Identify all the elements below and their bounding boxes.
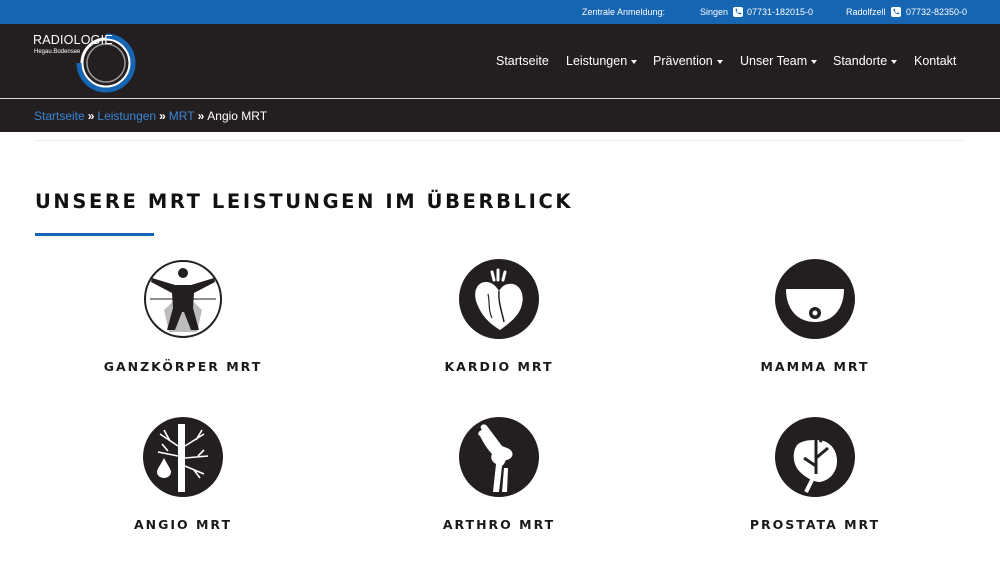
site-logo[interactable]: RADIOLOGIE Hegau.Bodensee — [33, 30, 143, 93]
phone-icon — [733, 7, 743, 17]
caret-down-icon — [716, 60, 723, 64]
joint-icon — [459, 417, 539, 497]
breadcrumb-current: Angio MRT — [207, 109, 268, 123]
prostate-icon — [775, 417, 855, 497]
nav-label: Prävention — [653, 54, 713, 68]
service-label: KARDIO MRT — [444, 359, 554, 374]
breast-icon — [775, 259, 855, 339]
full-body-icon — [144, 260, 222, 338]
top-contact-bar: Zentrale Anmeldung: Singen 07731-182015-… — [0, 0, 1000, 24]
service-label: GANZKÖRPER MRT — [103, 359, 263, 374]
heart-icon — [459, 259, 539, 339]
location-radolfzell: Radolfzell — [846, 7, 886, 17]
nav-kontakt[interactable]: Kontakt — [914, 54, 956, 68]
caret-down-icon — [811, 60, 818, 64]
site-header: RADIOLOGIE Hegau.Bodensee Startseite Lei… — [0, 24, 1000, 98]
service-label: ANGIO MRT — [133, 517, 233, 532]
caret-down-icon — [631, 60, 638, 64]
divider — [34, 140, 964, 141]
breadcrumb-bar: Startseite» Leistungen» MRT» Angio MRT — [0, 98, 1000, 132]
breadcrumb-separator: » — [159, 109, 166, 123]
logo-subtitle: Hegau.Bodensee — [34, 49, 81, 55]
location-singen: Singen — [700, 7, 729, 17]
breadcrumb-separator: » — [87, 109, 95, 123]
nav-label: Standorte — [833, 54, 888, 68]
nav-label: Unser Team — [740, 54, 808, 68]
logo-name: RADIOLOGIE — [33, 33, 113, 47]
service-label: ARTHRO MRT — [442, 517, 556, 532]
phone-icon — [891, 7, 901, 17]
registration-label: Zentrale Anmeldung: — [582, 7, 666, 17]
breadcrumb-link-startseite[interactable]: Startseite — [34, 109, 85, 123]
breadcrumb: Startseite» Leistungen» MRT» Angio MRT — [34, 109, 267, 123]
breadcrumb-separator: » — [197, 109, 205, 123]
nav-label: Leistungen — [566, 54, 628, 68]
phone-link-singen[interactable]: 07731-182015-0 — [747, 7, 813, 17]
section-title: UNSERE MRT LEISTUNGEN IM ÜBERBLICK — [35, 190, 574, 213]
nav-standorte[interactable]: Standorte — [833, 54, 898, 68]
vessel-icon — [143, 417, 223, 497]
breadcrumb-link-mrt[interactable]: MRT — [169, 109, 195, 123]
breadcrumb-link-leistungen[interactable]: Leistungen — [97, 109, 156, 123]
nav-startseite[interactable]: Startseite — [496, 54, 549, 68]
nav-unser-team[interactable]: Unser Team — [740, 54, 818, 68]
caret-down-icon — [891, 60, 898, 64]
title-underline — [35, 233, 154, 236]
nav-label: Startseite — [496, 54, 549, 68]
nav-label: Kontakt — [914, 54, 957, 68]
service-label: MAMMA MRT — [760, 359, 870, 374]
nav-praevention[interactable]: Prävention — [653, 54, 723, 68]
nav-leistungen[interactable]: Leistungen — [566, 54, 638, 68]
phone-link-radolfzell[interactable]: 07732-82350-0 — [906, 7, 967, 17]
service-label: PROSTATA MRT — [749, 517, 881, 532]
